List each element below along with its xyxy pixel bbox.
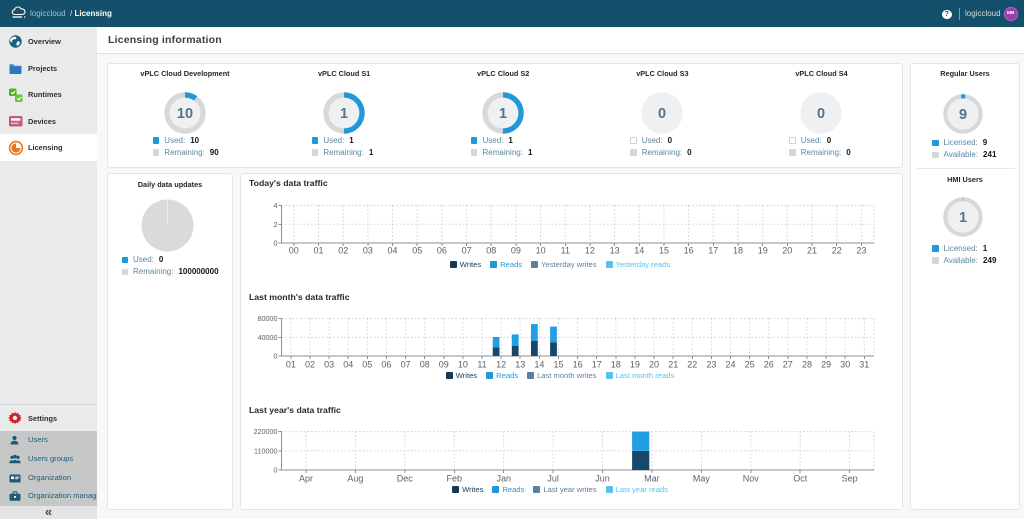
svg-text:Sep: Sep [842, 474, 858, 484]
svg-text:02: 02 [338, 246, 348, 256]
svg-text:May: May [693, 474, 711, 484]
svg-text:07: 07 [462, 246, 472, 256]
svg-text:05: 05 [362, 360, 372, 370]
svg-text:31: 31 [859, 360, 869, 370]
svg-text:16: 16 [573, 360, 583, 370]
svg-text:15: 15 [553, 360, 563, 370]
svg-text:13: 13 [515, 360, 525, 370]
svg-text:21: 21 [807, 246, 817, 256]
svg-text:13: 13 [610, 246, 620, 256]
svg-text:Jun: Jun [595, 474, 610, 484]
svg-text:06: 06 [437, 246, 447, 256]
svg-text:Jan: Jan [496, 474, 511, 484]
svg-text:0: 0 [658, 106, 666, 122]
svg-text:01: 01 [313, 246, 323, 256]
svg-text:08: 08 [486, 246, 496, 256]
svg-text:1: 1 [499, 106, 507, 122]
svg-text:11: 11 [561, 246, 570, 256]
svg-text:110000: 110000 [254, 446, 277, 455]
svg-text:29: 29 [821, 360, 831, 370]
svg-text:03: 03 [324, 360, 334, 370]
svg-text:21: 21 [668, 360, 678, 370]
svg-text:20: 20 [649, 360, 659, 370]
svg-text:20: 20 [782, 246, 792, 256]
svg-text:Oct: Oct [793, 474, 808, 484]
svg-text:12: 12 [496, 360, 506, 370]
svg-text:10: 10 [177, 106, 193, 122]
svg-text:04: 04 [387, 246, 397, 256]
svg-text:27: 27 [783, 360, 793, 370]
svg-text:10: 10 [536, 246, 546, 256]
svg-text:220000: 220000 [254, 427, 278, 436]
svg-text:19: 19 [630, 360, 640, 370]
svg-text:11: 11 [477, 360, 486, 370]
svg-text:08: 08 [420, 360, 430, 370]
svg-text:10: 10 [458, 360, 468, 370]
svg-text:4: 4 [274, 201, 278, 210]
svg-text:Nov: Nov [743, 474, 760, 484]
svg-text:03: 03 [363, 246, 373, 256]
svg-text:14: 14 [534, 360, 544, 370]
svg-text:16: 16 [684, 246, 694, 256]
svg-text:80000: 80000 [258, 314, 278, 323]
svg-text:05: 05 [412, 246, 422, 256]
svg-text:1: 1 [958, 210, 966, 226]
svg-text:1: 1 [340, 106, 348, 122]
svg-text:24: 24 [725, 360, 735, 370]
svg-text:Dec: Dec [397, 474, 414, 484]
svg-text:0: 0 [274, 239, 278, 248]
svg-text:17: 17 [592, 360, 602, 370]
svg-text:28: 28 [802, 360, 812, 370]
svg-text:0: 0 [817, 106, 825, 122]
svg-text:Aug: Aug [347, 474, 363, 484]
svg-text:07: 07 [401, 360, 411, 370]
svg-text:09: 09 [439, 360, 449, 370]
svg-text:22: 22 [832, 246, 842, 256]
svg-text:04: 04 [343, 360, 353, 370]
svg-text:17: 17 [708, 246, 718, 256]
svg-text:02: 02 [305, 360, 315, 370]
svg-text:Apr: Apr [299, 474, 313, 484]
svg-text:18: 18 [611, 360, 621, 370]
svg-text:Jul: Jul [547, 474, 559, 484]
svg-text:19: 19 [758, 246, 768, 256]
svg-text:0: 0 [274, 352, 278, 361]
svg-text:15: 15 [659, 246, 669, 256]
svg-text:9: 9 [958, 107, 966, 123]
svg-text:12: 12 [585, 246, 595, 256]
svg-text:Mar: Mar [644, 474, 660, 484]
svg-text:22: 22 [687, 360, 697, 370]
svg-text:00: 00 [289, 246, 299, 256]
svg-text:18: 18 [733, 246, 743, 256]
svg-text:01: 01 [286, 360, 296, 370]
svg-text:23: 23 [856, 246, 866, 256]
svg-text:06: 06 [381, 360, 391, 370]
svg-text:25: 25 [745, 360, 755, 370]
svg-text:40000: 40000 [258, 333, 278, 342]
svg-text:30: 30 [840, 360, 850, 370]
svg-text:09: 09 [511, 246, 521, 256]
svg-text:0: 0 [274, 466, 278, 475]
svg-text:23: 23 [706, 360, 716, 370]
svg-text:26: 26 [764, 360, 774, 370]
svg-text:2: 2 [274, 220, 278, 229]
svg-text:14: 14 [634, 246, 644, 256]
svg-text:Feb: Feb [447, 474, 463, 484]
